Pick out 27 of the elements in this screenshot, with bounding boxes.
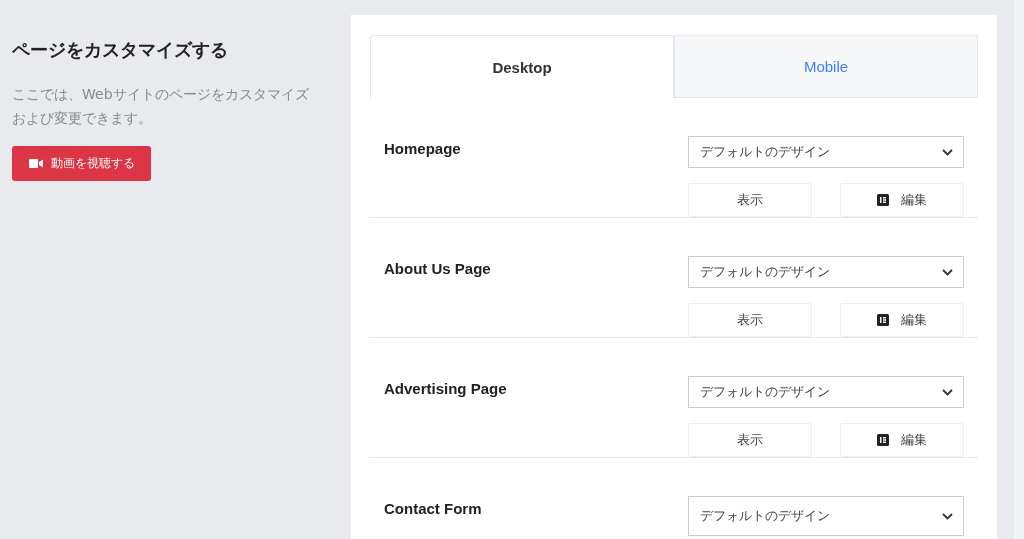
chevron-down-icon bbox=[942, 148, 953, 156]
edit-button[interactable]: 編集 bbox=[840, 183, 964, 217]
design-select[interactable]: デフォルトのデザイン bbox=[688, 496, 964, 536]
chevron-down-icon bbox=[942, 268, 953, 276]
chevron-down-icon bbox=[942, 388, 953, 396]
editor-icon bbox=[877, 194, 889, 206]
tab[interactable]: Desktop bbox=[370, 35, 674, 98]
edit-button[interactable]: 編集 bbox=[840, 303, 964, 337]
view-button[interactable]: 表示 bbox=[688, 183, 812, 217]
page-name: Advertising Page bbox=[384, 379, 508, 399]
design-select[interactable]: デフォルトのデザイン bbox=[688, 136, 964, 168]
page-title: ページをカスタマイズする bbox=[12, 38, 229, 62]
description-text: ここでは、Webサイトのページをカスタマイズおよび変更できます。 bbox=[12, 85, 310, 128]
page-name: Homepage bbox=[384, 139, 462, 159]
editor-icon bbox=[877, 314, 889, 326]
design-select[interactable]: デフォルトのデザイン bbox=[688, 376, 964, 408]
page-name: Contact Form bbox=[384, 499, 483, 519]
view-button[interactable]: 表示 bbox=[688, 303, 812, 337]
edit-button[interactable]: 編集 bbox=[840, 423, 964, 457]
editor-icon bbox=[877, 434, 889, 446]
tab[interactable]: Mobile bbox=[674, 35, 978, 98]
view-button[interactable]: 表示 bbox=[688, 423, 812, 457]
watch-video-button[interactable]: 動画を視聴する bbox=[12, 146, 151, 181]
page-name: About Us Page bbox=[384, 259, 492, 279]
video-camera-icon bbox=[28, 159, 43, 168]
chevron-down-icon bbox=[942, 512, 953, 520]
design-select[interactable]: デフォルトのデザイン bbox=[688, 256, 964, 288]
